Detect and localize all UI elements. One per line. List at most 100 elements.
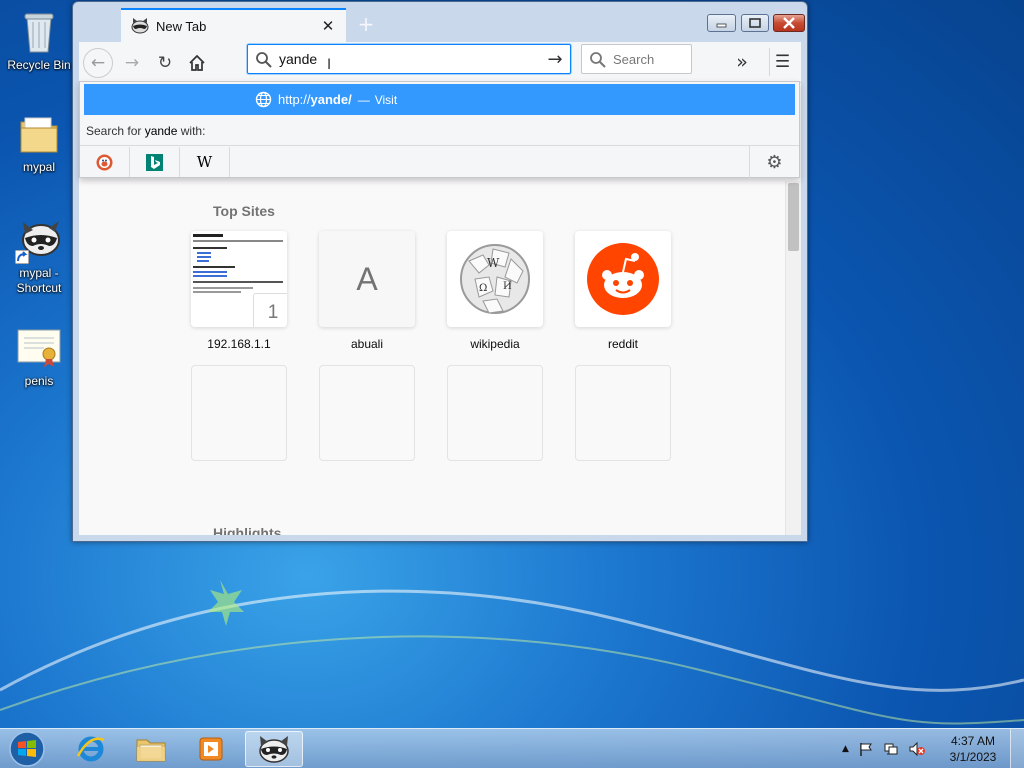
- search-icon: [256, 52, 272, 68]
- go-arrow-icon[interactable]: →: [544, 49, 566, 71]
- top-site-tile-2[interactable]: A: [319, 231, 415, 327]
- search-icon: [590, 52, 606, 68]
- raccoon-icon: [15, 216, 63, 264]
- taskbar: ▲ 4:37 AM 3/1/2023: [0, 728, 1024, 768]
- tab-new-tab[interactable]: New Tab ✕: [121, 8, 346, 42]
- reload-icon: ↻: [157, 53, 173, 73]
- search-engine-wikipedia[interactable]: W: [180, 147, 230, 177]
- suggestion-url-host: yande/: [310, 92, 352, 107]
- desktop-icon-label: mypal - Shortcut: [16, 266, 62, 295]
- restore-button[interactable]: [741, 14, 769, 32]
- clock-date: 3/1/2023: [949, 750, 997, 764]
- desktop-icon-label: penis: [24, 374, 54, 388]
- search-bar[interactable]: Search: [581, 44, 692, 74]
- top-site-tile-3[interactable]: W Ω И: [447, 231, 543, 327]
- suggestion-action: Visit: [374, 92, 398, 107]
- suggestion-separator: —: [357, 92, 370, 107]
- top-site-label: abuali: [350, 337, 384, 351]
- system-tray: ▲: [842, 735, 926, 763]
- minimize-icon: [716, 23, 727, 28]
- main-menu-button[interactable]: ☰: [769, 48, 795, 76]
- search-for-suffix: with:: [177, 124, 206, 138]
- volume-muted-icon[interactable]: [908, 741, 926, 757]
- suggestion-url-prefix: http://: [278, 92, 311, 107]
- reload-button[interactable]: ↻: [150, 48, 180, 78]
- home-button[interactable]: [182, 48, 212, 78]
- desktop-icon-certificate[interactable]: penis: [0, 324, 78, 389]
- start-button[interactable]: [2, 730, 52, 768]
- scrollbar-thumb[interactable]: [788, 183, 799, 251]
- wikipedia-globe-icon: W Ω И: [460, 244, 530, 314]
- taskbar-mypal-browser[interactable]: [245, 731, 303, 767]
- back-button[interactable]: ←: [83, 48, 113, 78]
- clock-time: 4:37 AM: [950, 734, 996, 748]
- forward-arrow-icon: →: [124, 53, 140, 73]
- desktop-icon-recycle-bin[interactable]: Recycle Bin: [0, 8, 78, 73]
- search-for-label: Search for yande with:: [86, 124, 205, 138]
- vertical-scrollbar[interactable]: ▼: [785, 181, 801, 535]
- search-engine-bing[interactable]: [130, 147, 180, 177]
- empty-tile: [575, 365, 671, 461]
- tab-title: New Tab: [156, 18, 207, 34]
- svg-text:И: И: [503, 281, 512, 292]
- show-desktop-button[interactable]: [1010, 729, 1024, 768]
- autocomplete-suggestion[interactable]: http://yande/ — Visit: [84, 84, 795, 115]
- url-bar[interactable]: yande I →: [247, 44, 571, 74]
- forward-button[interactable]: →: [117, 48, 147, 78]
- wikipedia-icon: W: [196, 153, 213, 171]
- taskbar-media-player[interactable]: [182, 731, 240, 767]
- desktop-icon-label: mypal: [22, 160, 55, 174]
- one-off-search-engines: W ⚙: [80, 145, 799, 178]
- gear-icon: ⚙: [766, 151, 783, 173]
- duckduckgo-icon: [96, 154, 113, 170]
- windows-start-icon: [9, 731, 45, 767]
- raccoon-icon: [259, 736, 289, 763]
- search-settings-button[interactable]: ⚙: [749, 146, 799, 178]
- search-engine-duckduckgo[interactable]: [80, 147, 130, 177]
- top-site-label: 192.168.1.1: [207, 337, 271, 351]
- desktop-icon-mypal-shortcut[interactable]: mypal - Shortcut: [0, 216, 78, 296]
- back-arrow-icon: ←: [90, 53, 106, 73]
- taskbar-file-explorer[interactable]: [122, 731, 180, 767]
- top-site-tile-4[interactable]: [575, 231, 671, 327]
- wallpaper-swoosh: [0, 580, 1024, 725]
- top-site-tile-1[interactable]: 1: [191, 231, 287, 327]
- minimize-button[interactable]: [707, 14, 736, 32]
- new-tab-button[interactable]: +: [355, 13, 377, 35]
- desktop-icon-label: Recycle Bin: [7, 58, 71, 72]
- search-for-prefix: Search for: [86, 124, 145, 138]
- folder-icon: [136, 739, 166, 762]
- network-icon[interactable]: [883, 741, 899, 757]
- text-cursor-icon: I: [327, 57, 332, 73]
- desktop-icon-mypal-folder[interactable]: mypal: [0, 110, 78, 175]
- double-chevron-icon: »: [736, 51, 748, 73]
- svg-text:W: W: [487, 256, 500, 270]
- bing-icon: [146, 153, 163, 171]
- close-icon: [783, 17, 795, 29]
- recycle-bin-icon: [15, 8, 63, 56]
- empty-tile: [319, 365, 415, 461]
- folder-icon: [15, 110, 63, 158]
- tab-strip: New Tab ✕ +: [79, 6, 805, 42]
- globe-icon: [255, 91, 272, 108]
- hamburger-icon: ☰: [774, 52, 791, 72]
- overflow-menu-button[interactable]: »: [729, 48, 755, 76]
- search-for-term: yande: [144, 124, 178, 138]
- tab-close-icon[interactable]: ✕: [320, 18, 336, 34]
- media-player-icon: [199, 737, 223, 761]
- show-hidden-icons-chevron-icon[interactable]: ▲: [842, 744, 849, 754]
- url-input[interactable]: yande: [279, 51, 317, 67]
- search-placeholder: Search: [613, 52, 655, 67]
- empty-tile: [447, 365, 543, 461]
- svg-text:Ω: Ω: [479, 283, 487, 294]
- system-clock[interactable]: 4:37 AM 3/1/2023: [940, 733, 1006, 765]
- reddit-icon: [587, 243, 659, 315]
- tile-badge: 1: [253, 293, 287, 327]
- url-autocomplete-popup: http://yande/ — Visit Search for yande w…: [79, 81, 800, 178]
- certificate-icon: [15, 324, 63, 372]
- top-site-label: wikipedia: [470, 337, 520, 351]
- close-window-button[interactable]: [773, 14, 805, 32]
- taskbar-internet-explorer[interactable]: [62, 731, 120, 767]
- navigation-toolbar: ← → ↻ yande I → Search » ☰: [79, 42, 801, 83]
- action-center-flag-icon[interactable]: [858, 741, 874, 757]
